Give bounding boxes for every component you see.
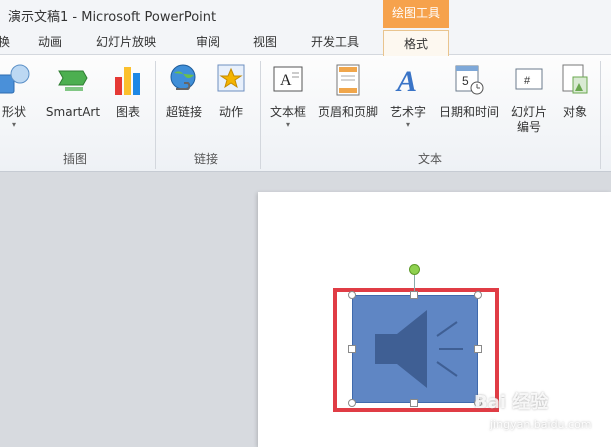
textbox-button[interactable]: A 文本框 ▾ [266, 63, 310, 130]
watermark: Bai 经验 jingyan.baidu.com [474, 380, 611, 447]
resize-handle-right[interactable] [474, 345, 482, 353]
ribbon: 形状 ▾ SmartArt 图表 插图 超链接 动作 链接 A 文本框 ▾ 页眉… [0, 54, 611, 172]
header-footer-label: 页眉和页脚 [317, 105, 378, 119]
tab-developer[interactable]: 开发工具 [311, 33, 359, 50]
slide-number-icon: # [515, 68, 543, 90]
tab-view[interactable]: 视图 [253, 33, 277, 50]
header-footer-button[interactable]: 页眉和页脚 [314, 63, 382, 120]
ribbon-tab-row: 换 动画 幻灯片放映 审阅 视图 开发工具 格式 [0, 30, 611, 56]
date-time-label: 日期和时间 [438, 105, 499, 119]
svg-text:A: A [280, 72, 292, 89]
action-button[interactable]: 动作 [214, 63, 248, 120]
shapes-dropdown-icon: ▾ [11, 120, 16, 129]
hyperlink-button[interactable]: 超链接 [162, 63, 206, 120]
tab-animations[interactable]: 动画 [38, 33, 62, 50]
object-label: 对象 [562, 105, 587, 119]
hyperlink-globe-icon [170, 64, 196, 90]
wordart-button[interactable]: A 艺术字 ▾ [386, 63, 430, 130]
chart-button[interactable]: 图表 [110, 63, 146, 120]
group-label-illustrations: 插图 [62, 152, 87, 166]
group-divider [155, 61, 156, 169]
action-label: 动作 [218, 105, 243, 119]
group-divider [260, 61, 261, 169]
group-label-links: 链接 [193, 152, 218, 166]
shapes-icon [0, 64, 30, 94]
tab-slideshow[interactable]: 幻灯片放映 [96, 33, 156, 50]
textbox-label: 文本框 [269, 105, 306, 119]
date-time-icon: 5 [455, 65, 484, 95]
action-star-icon [217, 64, 245, 92]
textbox-dropdown-icon: ▾ [285, 120, 290, 129]
header-footer-icon [336, 64, 360, 96]
resize-handle-top-left[interactable] [348, 291, 356, 299]
shapes-label: 形状 [1, 105, 26, 119]
slide-number-button[interactable]: # 幻灯片 编号 [506, 63, 552, 135]
object-icon [562, 64, 588, 94]
wordart-dropdown-icon: ▾ [405, 120, 410, 129]
resize-handle-top-right[interactable] [474, 291, 482, 299]
group-label-text: 文本 [417, 152, 442, 166]
smartart-button[interactable]: SmartArt [44, 63, 102, 120]
slide-number-label: 幻灯片 编号 [510, 105, 547, 134]
resize-handle-bottom[interactable] [410, 399, 418, 407]
window-title: 演示文稿1 - Microsoft PowerPoint [8, 10, 217, 25]
hyperlink-label: 超链接 [165, 105, 202, 119]
watermark-url: jingyan.baidu.com [490, 418, 592, 431]
title-bar: 演示文稿1 - Microsoft PowerPoint 绘图工具 [0, 0, 611, 30]
rotation-handle[interactable] [409, 264, 420, 275]
tab-format[interactable]: 格式 [383, 30, 449, 56]
chart-icon [115, 67, 140, 95]
contextual-tab-group-drawing-tools: 绘图工具 [383, 0, 449, 28]
svg-text:5: 5 [462, 74, 469, 88]
wordart-icon: A [395, 65, 417, 98]
object-button[interactable]: 对象 [556, 63, 594, 120]
svg-text:#: # [524, 75, 531, 87]
textbox-icon: A [273, 66, 303, 92]
smartart-label: SmartArt [45, 105, 101, 119]
svg-text:A: A [395, 65, 417, 97]
resize-handle-top[interactable] [410, 291, 418, 299]
chart-label: 图表 [115, 105, 140, 119]
wordart-label: 艺术字 [389, 105, 426, 119]
group-divider [600, 61, 601, 169]
shapes-button[interactable]: 形状 ▾ [0, 63, 32, 130]
resize-handle-bottom-left[interactable] [348, 399, 356, 407]
tab-review[interactable]: 审阅 [196, 33, 220, 50]
smartart-icon [58, 70, 88, 91]
watermark-logo: Bai 经验 [474, 392, 549, 413]
date-time-button[interactable]: 5 日期和时间 [434, 63, 504, 120]
resize-handle-left[interactable] [348, 345, 356, 353]
tab-transitions[interactable]: 换 [0, 33, 10, 50]
